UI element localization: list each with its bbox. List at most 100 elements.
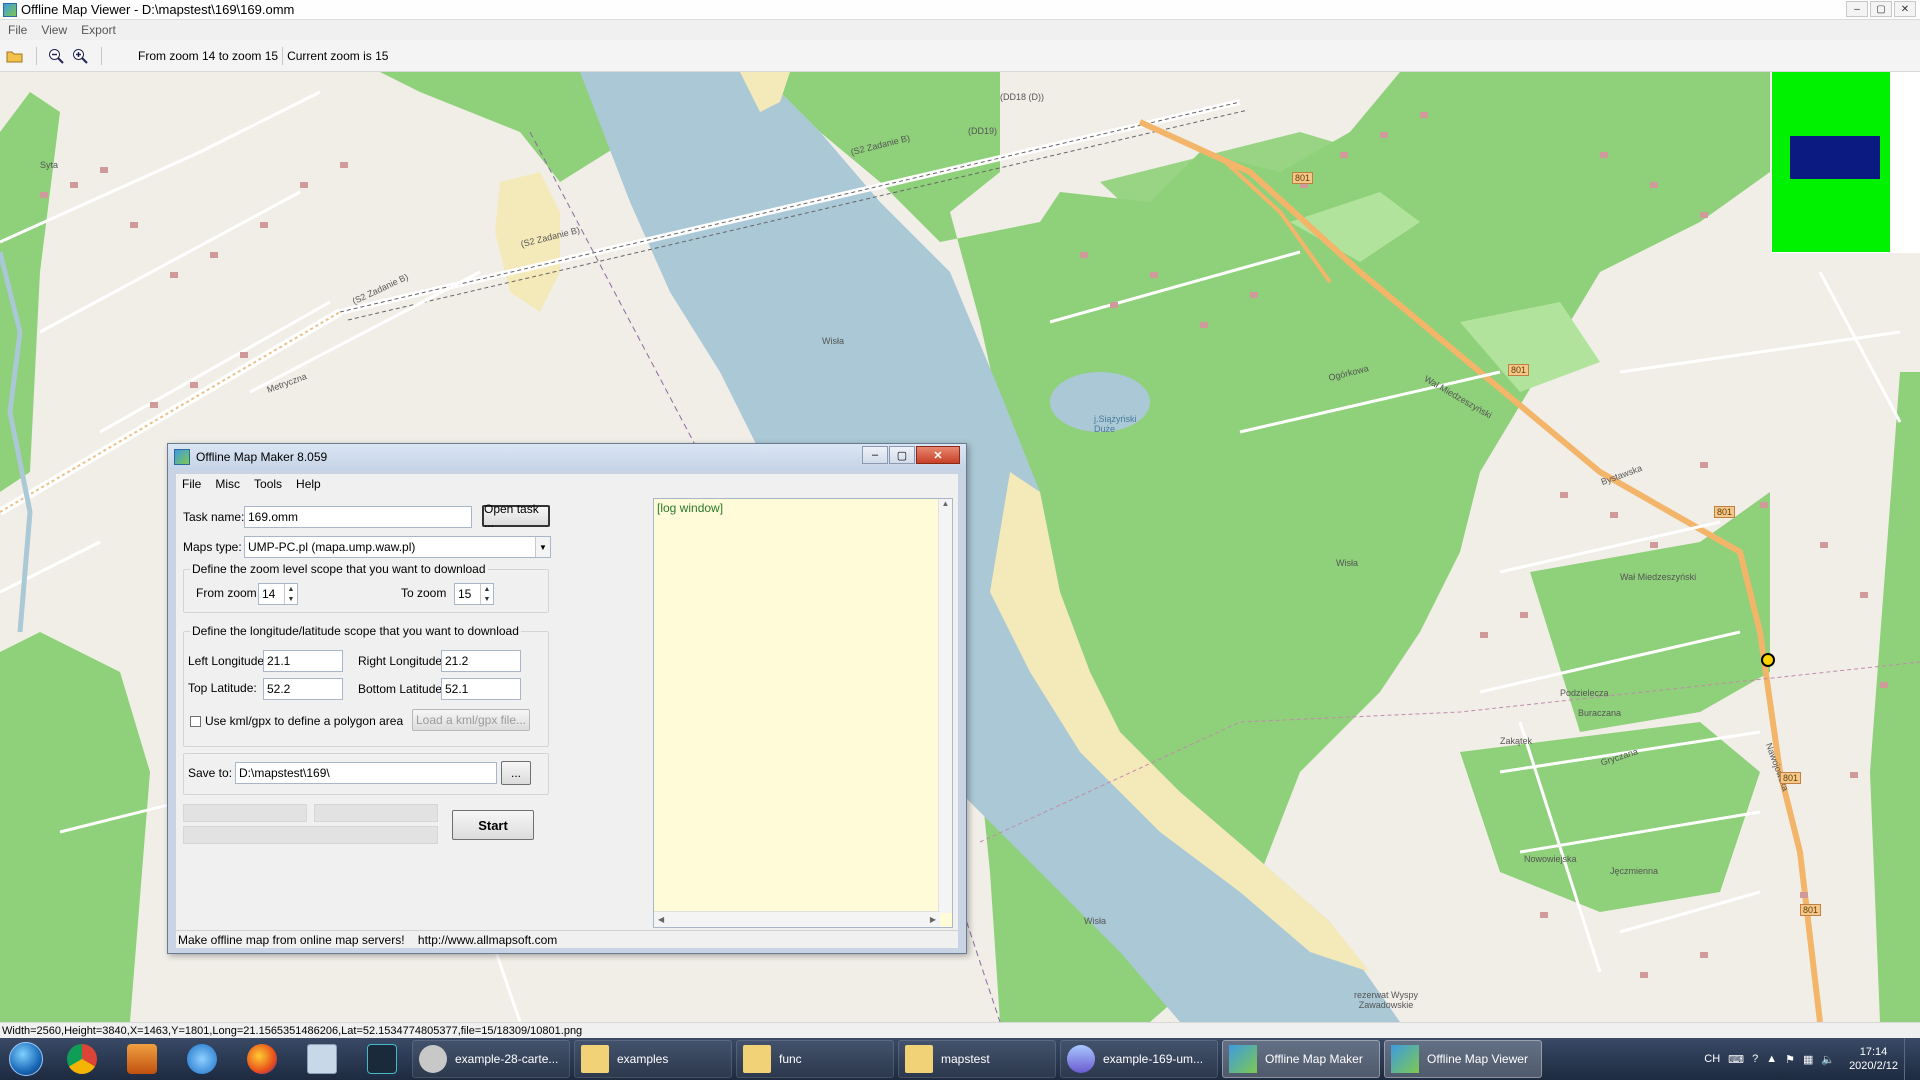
start-button[interactable] (0, 1038, 52, 1080)
show-desktop-button[interactable] (1904, 1038, 1914, 1080)
window-controls: – ▢ ✕ (1846, 1, 1916, 17)
task-func[interactable]: func (736, 1040, 894, 1078)
language-indicator[interactable]: CH (1704, 1053, 1720, 1065)
media-player-pinned[interactable] (112, 1038, 172, 1080)
dialog-status-link[interactable]: http://www.allmapsoft.com (418, 933, 557, 947)
open-folder-icon[interactable] (4, 45, 26, 67)
browse-button[interactable]: ... (501, 761, 531, 785)
progress-bar-1 (183, 804, 307, 822)
dialog-close-button[interactable]: ✕ (916, 446, 960, 464)
toolbar-divider (36, 46, 37, 65)
zoom-in-icon[interactable] (69, 45, 91, 67)
left-longitude-label: Left Longitude: (188, 654, 268, 668)
label-street: Syta (40, 160, 59, 170)
dropdown-arrow-icon[interactable]: ▼ (535, 537, 550, 557)
overview-viewport[interactable] (1790, 136, 1880, 179)
toolbar: From zoom 14 to zoom 15 Current zoom is … (0, 40, 1920, 72)
map-viewer-icon (1391, 1045, 1419, 1073)
right-longitude-input[interactable]: 21.2 (441, 650, 521, 672)
log-text: [log window] (657, 501, 724, 515)
task-examples[interactable]: examples (574, 1040, 732, 1078)
task-name-input[interactable]: 169.omm (244, 506, 472, 528)
map-maker-icon (1229, 1045, 1257, 1073)
label-street: Nowowiejska (1524, 854, 1577, 864)
route-badge: 801 (1714, 506, 1736, 518)
taskbar: example-28-carte... examples func mapste… (0, 1038, 1920, 1080)
chrome-icon (67, 1044, 97, 1074)
network-icon[interactable]: ▦ (1803, 1053, 1813, 1066)
spinner-arrows-icon[interactable]: ▲ ▼ (480, 584, 493, 604)
clock-time: 17:14 (1859, 1046, 1888, 1058)
dialog-body: Task name: 169.omm Open task ... Maps ty… (176, 494, 958, 937)
zoom-out-icon[interactable] (45, 45, 67, 67)
to-zoom-label: To zoom (401, 586, 447, 600)
dialog-menu-file[interactable]: File (182, 477, 201, 491)
task-offline-map-maker[interactable]: Offline Map Maker (1222, 1040, 1380, 1078)
clock[interactable]: 17:14 2020/2/12 (1849, 1045, 1898, 1073)
label-street: Podzielecza (1560, 688, 1609, 698)
dialog-title-bar: Offline Map Maker 8.059 – ▢ ✕ (168, 444, 966, 470)
overview-minimap[interactable] (1771, 72, 1920, 253)
label-road: (DD19) (968, 126, 998, 136)
flag-icon[interactable]: ⚑ (1785, 1053, 1795, 1066)
load-kml-button[interactable]: Load a kml/gpx file... (412, 709, 530, 731)
task-label: example-169-um... (1103, 1052, 1204, 1066)
log-window[interactable]: [log window] ▲ ◀ ▶ (653, 498, 953, 928)
ie-pinned[interactable] (172, 1038, 232, 1080)
task-offline-map-viewer[interactable]: Offline Map Viewer (1384, 1040, 1542, 1078)
keyboard-icon[interactable]: ⌨ (1728, 1053, 1744, 1066)
label-wisla: Wisła (1084, 916, 1106, 926)
dialog-menu-help[interactable]: Help (296, 477, 321, 491)
dialog-window-controls: – ▢ ✕ (862, 446, 960, 464)
left-longitude-input[interactable]: 21.1 (263, 650, 343, 672)
maximize-button[interactable]: ▢ (1870, 1, 1892, 17)
map-maker-dialog: Offline Map Maker 8.059 – ▢ ✕ File Misc … (167, 443, 967, 954)
task-label: Offline Map Viewer (1427, 1052, 1528, 1066)
menu-view[interactable]: View (41, 23, 67, 37)
kml-checkbox[interactable] (190, 716, 201, 727)
close-button[interactable]: ✕ (1894, 1, 1916, 17)
internet-explorer-icon (187, 1044, 217, 1074)
folder-icon (743, 1045, 771, 1073)
dialog-minimize-button[interactable]: – (862, 446, 888, 464)
bottom-latitude-input[interactable]: 52.1 (441, 678, 521, 700)
firefox-pinned[interactable] (232, 1038, 292, 1080)
log-vertical-scrollbar[interactable]: ▲ (938, 499, 952, 913)
start-button[interactable]: Start (452, 810, 534, 840)
toolbar-divider (101, 46, 102, 65)
help-icon[interactable]: ? (1752, 1053, 1758, 1065)
bottom-latitude-label: Bottom Latitude: (358, 682, 446, 696)
image-viewer-icon (1067, 1045, 1095, 1073)
calculator-pinned[interactable] (292, 1038, 352, 1080)
dialog-menu-misc[interactable]: Misc (215, 477, 240, 491)
spinner-arrows-icon[interactable]: ▲ ▼ (284, 584, 297, 604)
menu-file[interactable]: File (8, 23, 27, 37)
menu-export[interactable]: Export (81, 23, 116, 37)
from-zoom-spinner[interactable]: 14 ▲ ▼ (258, 583, 298, 605)
top-latitude-input[interactable]: 52.2 (263, 678, 343, 700)
dialog-maximize-button[interactable]: ▢ (889, 446, 915, 464)
tray-expand-icon[interactable]: ▲ (1766, 1053, 1777, 1065)
progress-bar-2 (314, 804, 438, 822)
task-example-28[interactable]: example-28-carte... (412, 1040, 570, 1078)
app-icon (419, 1045, 447, 1073)
windows-logo-icon (9, 1042, 43, 1076)
task-example-169[interactable]: example-169-um... (1060, 1040, 1218, 1078)
task-label: examples (617, 1052, 669, 1066)
route-badge: 801 (1508, 364, 1530, 376)
to-zoom-spinner[interactable]: 15 ▲ ▼ (454, 583, 494, 605)
nox-pinned[interactable] (352, 1038, 412, 1080)
task-mapstest[interactable]: mapstest (898, 1040, 1056, 1078)
chrome-pinned[interactable] (52, 1038, 112, 1080)
dialog-menu-tools[interactable]: Tools (254, 477, 282, 491)
label-street: Buraczana (1578, 708, 1622, 718)
save-to-input[interactable]: D:\mapstest\169\ (235, 762, 497, 784)
log-horizontal-scrollbar[interactable]: ◀ ▶ (654, 911, 940, 927)
volume-icon[interactable]: 🔈 (1821, 1053, 1835, 1066)
open-task-button[interactable]: Open task ... (482, 502, 550, 530)
system-tray: CH ⌨ ? ▲ ⚑ ▦ 🔈 17:14 2020/2/12 (1700, 1038, 1920, 1080)
maps-type-select[interactable]: UMP-PC.pl (mapa.ump.waw.pl) (244, 536, 551, 558)
label-reserve: rezerwat Wyspy Zawadowskie (1354, 990, 1418, 1010)
minimize-button[interactable]: – (1846, 1, 1868, 17)
progress-bar-3 (183, 826, 438, 844)
